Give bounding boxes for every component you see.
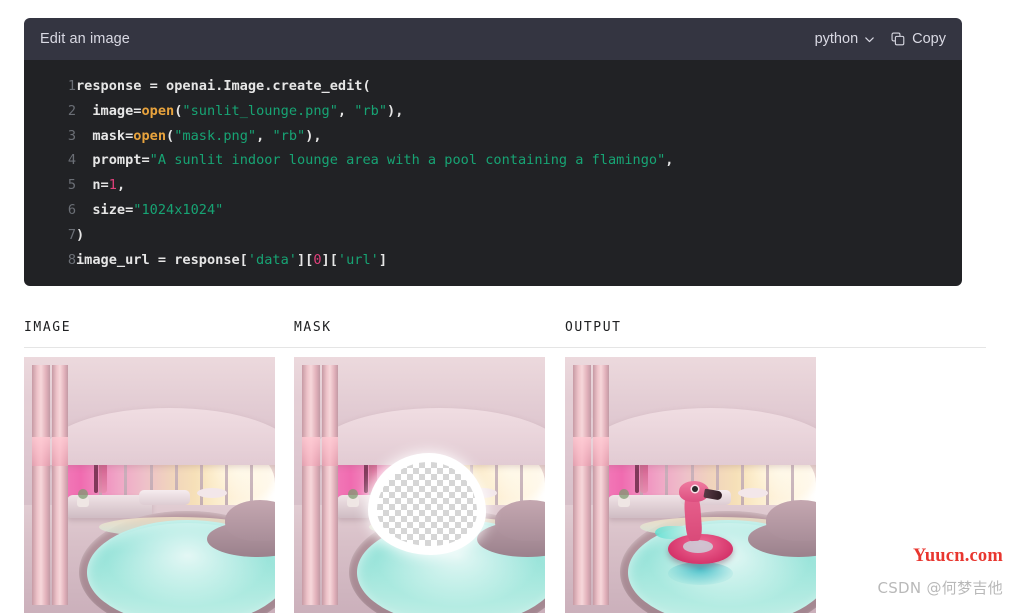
code-token-pl: mask= bbox=[76, 127, 134, 144]
code-line-source: response = openai.Image.create_edit( bbox=[76, 74, 962, 99]
thumbnail-image[interactable] bbox=[24, 357, 275, 613]
thumbnail-mask[interactable] bbox=[294, 357, 545, 613]
gallery-labels: IMAGE MASK OUTPUT bbox=[24, 320, 962, 342]
code-token-pl: ( bbox=[166, 127, 175, 144]
code-token-str: 'url' bbox=[337, 251, 379, 268]
code-token-pl: image_url = response[ bbox=[76, 251, 248, 268]
code-token-pl: , bbox=[337, 102, 355, 119]
code-token-str: "rb" bbox=[354, 102, 388, 119]
gallery-label-output: OUTPUT bbox=[565, 320, 622, 335]
code-line-source: mask=open("mask.png", "rb"), bbox=[76, 124, 962, 149]
chevron-down-icon bbox=[865, 36, 874, 42]
code-line: 5 n=1, bbox=[24, 173, 962, 198]
copy-button-label: Copy bbox=[912, 31, 946, 47]
code-line-number: 1 bbox=[67, 78, 76, 94]
language-selector[interactable]: python bbox=[815, 31, 876, 47]
code-token-pl: , bbox=[256, 127, 273, 144]
code-token-pl: size= bbox=[76, 201, 134, 218]
code-line-source: n=1, bbox=[76, 173, 962, 198]
code-line-source: ) bbox=[76, 223, 962, 248]
code-block: Edit an image python Copy 1 response = o… bbox=[24, 18, 962, 287]
copy-button[interactable]: Copy bbox=[891, 31, 946, 47]
code-line-source: prompt="A sunlit indoor lounge area with… bbox=[76, 148, 962, 173]
code-line: 4 prompt="A sunlit indoor lounge area wi… bbox=[24, 148, 962, 173]
code-token-str: "rb" bbox=[272, 127, 306, 144]
code-block-header: Edit an image python Copy bbox=[24, 18, 962, 60]
code-line-source: image=open("sunlit_lounge.png", "rb"), bbox=[76, 99, 962, 124]
code-token-str: "1024x1024" bbox=[133, 201, 224, 218]
watermark-primary: Yuucn.com bbox=[912, 546, 1003, 566]
code-token-kw: open bbox=[141, 102, 175, 119]
language-label: python bbox=[814, 31, 859, 47]
code-token-pl: n= bbox=[76, 177, 109, 194]
code-token-str: 'data' bbox=[247, 251, 297, 268]
code-line-number: 8 bbox=[67, 251, 76, 268]
code-token-num: 1 bbox=[108, 177, 117, 194]
code-token-pl: ), bbox=[305, 127, 322, 144]
gallery-label-mask: MASK bbox=[294, 320, 332, 335]
code-line: 2 image=open("sunlit_lounge.png", "rb"), bbox=[24, 99, 962, 124]
page-root: Edit an image python Copy 1 response = o… bbox=[0, 0, 1015, 613]
code-line: 1 response = openai.Image.create_edit( bbox=[24, 74, 962, 99]
thumbnail-output[interactable] bbox=[565, 357, 816, 613]
code-token-pl: ), bbox=[387, 102, 404, 119]
scene-mask bbox=[294, 357, 545, 613]
code-line: 3 mask=open("mask.png", "rb"), bbox=[24, 124, 962, 149]
code-token-pl: , bbox=[116, 177, 126, 194]
code-token-pl: response = openai.Image.create_edit( bbox=[76, 78, 371, 94]
code-token-pl: ][ bbox=[296, 251, 314, 268]
code-line: 7) bbox=[24, 223, 962, 248]
flamingo-reflection bbox=[667, 561, 734, 585]
code-line-number: 4 bbox=[67, 152, 76, 169]
scene-output bbox=[565, 357, 816, 613]
copy-icon bbox=[891, 32, 905, 46]
code-token-pl: , bbox=[665, 152, 674, 169]
code-line: 8 image_url = response['data'][0]['url'] bbox=[24, 248, 962, 273]
code-token-pl: ] bbox=[378, 251, 388, 268]
code-line-number: 3 bbox=[67, 127, 76, 144]
code-block-body[interactable]: 1 response = openai.Image.create_edit(2 i… bbox=[24, 60, 962, 287]
code-line: 6 size="1024x1024" bbox=[24, 198, 962, 223]
code-token-pl: ][ bbox=[321, 251, 338, 268]
code-token-pl: ) bbox=[76, 226, 85, 243]
watermark-secondary: CSDN @何梦吉他 bbox=[877, 579, 1003, 597]
code-token-num: 0 bbox=[313, 251, 322, 268]
gallery-divider bbox=[24, 347, 986, 348]
code-block-header-actions: python Copy bbox=[815, 31, 946, 47]
code-line-number: 7 bbox=[67, 226, 76, 243]
code-token-pl: image= bbox=[76, 102, 142, 119]
code-lines-table: 1 response = openai.Image.create_edit(2 i… bbox=[24, 74, 962, 272]
code-token-str: "mask.png" bbox=[174, 127, 257, 144]
code-line-number: 6 bbox=[67, 201, 76, 218]
code-block-title: Edit an image bbox=[40, 31, 130, 47]
code-token-str: "A sunlit indoor lounge area with a pool… bbox=[149, 152, 666, 169]
code-token-str: "sunlit_lounge.png" bbox=[182, 102, 338, 119]
code-line-number: 2 bbox=[67, 102, 76, 119]
gallery-label-image: IMAGE bbox=[24, 320, 72, 335]
code-token-kw: open bbox=[133, 127, 167, 144]
code-line-number: 5 bbox=[67, 177, 76, 194]
code-token-pl: prompt= bbox=[76, 152, 150, 169]
flamingo-float-hole bbox=[682, 540, 714, 553]
code-line-source: image_url = response['data'][0]['url'] bbox=[76, 248, 962, 273]
code-line-source: size="1024x1024" bbox=[76, 198, 962, 223]
scene-source bbox=[24, 357, 275, 613]
